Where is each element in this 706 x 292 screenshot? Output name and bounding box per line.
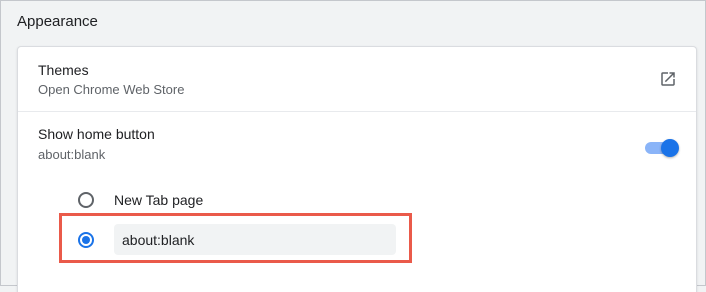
themes-sublabel: Open Chrome Web Store xyxy=(38,82,185,97)
home-button-label: Show home button xyxy=(38,126,155,142)
new-tab-label[interactable]: New Tab page xyxy=(114,192,203,208)
new-tab-radio[interactable] xyxy=(78,192,94,208)
home-button-toggle[interactable] xyxy=(645,137,679,157)
toggle-knob xyxy=(661,139,679,157)
themes-label: Themes xyxy=(38,62,89,78)
appearance-card: Themes Open Chrome Web Store Show home b… xyxy=(17,46,697,292)
settings-frame: Appearance Themes Open Chrome Web Store … xyxy=(0,0,706,292)
new-tab-option-row[interactable]: New Tab page xyxy=(18,180,696,220)
home-button-row: Show home button about:blank xyxy=(18,112,696,172)
home-button-sublabel: about:blank xyxy=(38,147,106,162)
custom-url-input[interactable] xyxy=(114,224,396,255)
custom-url-radio[interactable] xyxy=(78,232,94,248)
open-in-new-icon[interactable] xyxy=(659,70,677,88)
section-title: Appearance xyxy=(17,13,98,30)
themes-row[interactable]: Themes Open Chrome Web Store xyxy=(18,47,696,112)
